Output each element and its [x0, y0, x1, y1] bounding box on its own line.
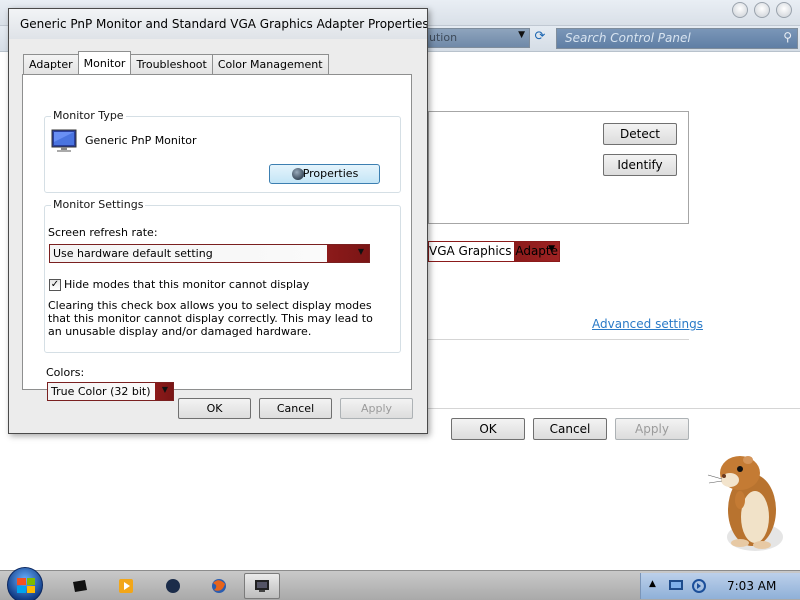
search-icon[interactable]: ⚲: [783, 30, 792, 44]
taskbar-media-player[interactable]: [108, 573, 144, 599]
group-label: Monitor Type: [51, 109, 126, 122]
tab-monitor[interactable]: Monitor: [77, 51, 132, 74]
refresh-rate-value: Use hardware default setting: [53, 247, 213, 260]
close-button[interactable]: [776, 2, 792, 18]
detect-button[interactable]: Detect: [603, 123, 677, 145]
maximize-button[interactable]: [754, 2, 770, 18]
monitor-icon: [255, 580, 269, 592]
ok-button[interactable]: OK: [178, 398, 251, 419]
colors-label: Colors:: [46, 366, 85, 379]
taskbar-firefox[interactable]: [201, 573, 237, 599]
minimize-button[interactable]: [732, 2, 748, 18]
properties-button[interactable]: Properties: [269, 164, 380, 184]
properties-dialog: Generic PnP Monitor and Standard VGA Gra…: [8, 8, 428, 434]
tab-troubleshoot[interactable]: Troubleshoot: [130, 54, 213, 75]
search-placeholder: Search Control Panel: [565, 31, 691, 45]
apply-button[interactable]: Apply: [340, 398, 413, 419]
taskbar-display-settings[interactable]: [244, 573, 280, 599]
hide-modes-checkbox[interactable]: ✓: [49, 279, 61, 291]
refresh-rate-select[interactable]: Use hardware default setting ▼: [49, 244, 370, 263]
system-tray: ▲ 7:03 AM: [640, 573, 800, 599]
dialog-title: Generic PnP Monitor and Standard VGA Gra…: [9, 9, 427, 39]
monitor-icon: [51, 129, 77, 152]
properties-button-label: Properties: [302, 167, 359, 180]
cancel-button[interactable]: Cancel: [533, 418, 607, 440]
shield-icon: [292, 168, 304, 180]
volume-icon[interactable]: [691, 578, 707, 594]
chevron-up-icon[interactable]: ▲: [649, 579, 656, 589]
identify-button[interactable]: Identify: [603, 154, 677, 176]
hide-modes-label: Hide modes that this monitor cannot disp…: [64, 278, 310, 291]
start-button[interactable]: [7, 567, 43, 600]
tab-strip: Adapter Monitor Troubleshoot Color Manag…: [23, 51, 329, 75]
tab-adapter[interactable]: Adapter: [23, 54, 79, 75]
warning-text: Clearing this check box allows you to se…: [48, 299, 373, 338]
window-controls: [732, 2, 792, 18]
windows-logo-icon: [17, 578, 35, 593]
group-label: Monitor Settings: [51, 198, 146, 211]
hamster-mascot: [707, 456, 783, 551]
divider: [428, 339, 689, 340]
colors-value: True Color (32 bit): [51, 385, 151, 398]
monitor-name: Generic PnP Monitor: [85, 134, 197, 147]
app-icon: [166, 579, 180, 593]
firefox-icon: [212, 579, 226, 593]
cancel-button[interactable]: Cancel: [259, 398, 332, 419]
chevron-down-icon: ▼: [357, 247, 364, 256]
chevron-down-icon: ▼: [161, 385, 168, 394]
advanced-settings-link[interactable]: Advanced settings: [592, 317, 703, 331]
app-icon: [73, 580, 87, 592]
taskbar: ▲ 7:03 AM: [0, 567, 800, 600]
monitor-tab-panel: Monitor Type Generic PnP Monitor Propert…: [22, 74, 412, 401]
colors-select[interactable]: True Color (32 bit) ▼: [47, 382, 174, 401]
display-select[interactable]: VGA Graphics Adapter ▼: [428, 241, 560, 262]
divider: [428, 408, 800, 409]
search-input[interactable]: Search Control Panel ⚲: [556, 28, 798, 49]
chevron-down-icon[interactable]: ▼: [518, 30, 525, 40]
tab-color-management[interactable]: Color Management: [211, 54, 329, 75]
clock[interactable]: 7:03 AM: [727, 579, 776, 593]
network-icon[interactable]: [668, 579, 684, 593]
monitor-type-group: Monitor Type Generic PnP Monitor Propert…: [44, 109, 401, 193]
chevron-down-icon: ▼: [548, 244, 555, 254]
breadcrumb-text: ution: [429, 31, 458, 44]
monitor-settings-group: Monitor Settings Screen refresh rate: Us…: [44, 198, 401, 353]
taskbar-app-1[interactable]: [62, 573, 98, 599]
display-select-value: VGA Graphics Adapter: [429, 244, 560, 258]
apply-button[interactable]: Apply: [615, 418, 689, 440]
ok-button[interactable]: OK: [451, 418, 525, 440]
refresh-icon[interactable]: ⟳: [530, 29, 550, 47]
taskbar-app-3[interactable]: [155, 573, 191, 599]
media-player-icon: [119, 579, 133, 593]
refresh-rate-label: Screen refresh rate:: [48, 226, 158, 239]
dialog-body: Adapter Monitor Troubleshoot Color Manag…: [9, 39, 427, 433]
